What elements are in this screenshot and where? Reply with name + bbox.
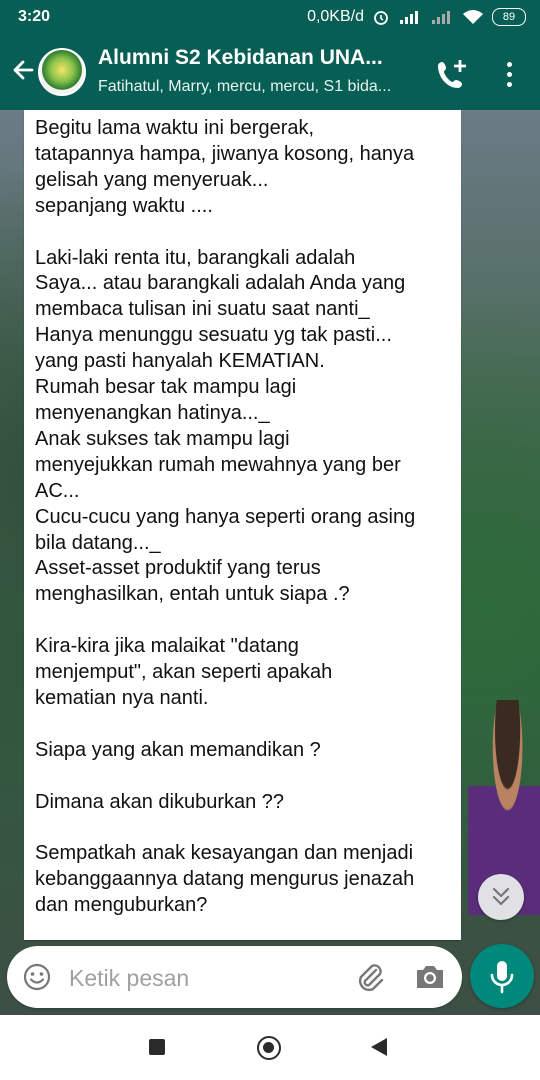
alarm-icon	[374, 11, 388, 25]
recents-square-icon[interactable]	[149, 1039, 165, 1055]
group-avatar[interactable]	[38, 48, 86, 96]
message-text: Begitu lama waktu ini bergerak, tatapann…	[35, 117, 416, 917]
message-bubble[interactable]: Begitu lama waktu ini bergerak, tatapann…	[24, 110, 461, 940]
paperclip-icon[interactable]	[353, 960, 387, 994]
back-triangle-icon[interactable]	[371, 1038, 387, 1056]
signal-2-icon	[432, 11, 450, 24]
net-speed: 0,0KB/d	[307, 8, 364, 25]
double-chevron-down-icon[interactable]	[478, 874, 524, 920]
message-input[interactable]	[67, 958, 341, 998]
add-call-icon[interactable]	[434, 56, 470, 92]
emoji-icon[interactable]	[21, 961, 53, 993]
camera-icon[interactable]	[413, 961, 447, 993]
status-bar: 3:20 0,0KB/d 89	[0, 0, 540, 34]
more-vert-icon[interactable]	[494, 54, 524, 94]
signal-icon	[400, 11, 418, 24]
battery-indicator: 89	[492, 8, 526, 26]
wifi-icon	[463, 10, 483, 24]
chat-header: Alumni S2 Kebidanan UNA... Fatihatul, Ma…	[0, 34, 540, 110]
chat-subtitle[interactable]: Fatihatul, Marry, mercu, mercu, S1 bida.…	[98, 78, 418, 96]
system-nav-bar	[0, 1015, 540, 1080]
mic-icon[interactable]	[470, 944, 534, 1008]
composer	[7, 946, 462, 1008]
home-circle-icon[interactable]	[257, 1036, 281, 1060]
back-arrow-icon[interactable]	[8, 52, 38, 88]
status-time: 3:20	[18, 8, 51, 25]
status-right: 0,0KB/d 89	[307, 8, 526, 26]
chat-title[interactable]: Alumni S2 Kebidanan UNA...	[98, 46, 418, 70]
